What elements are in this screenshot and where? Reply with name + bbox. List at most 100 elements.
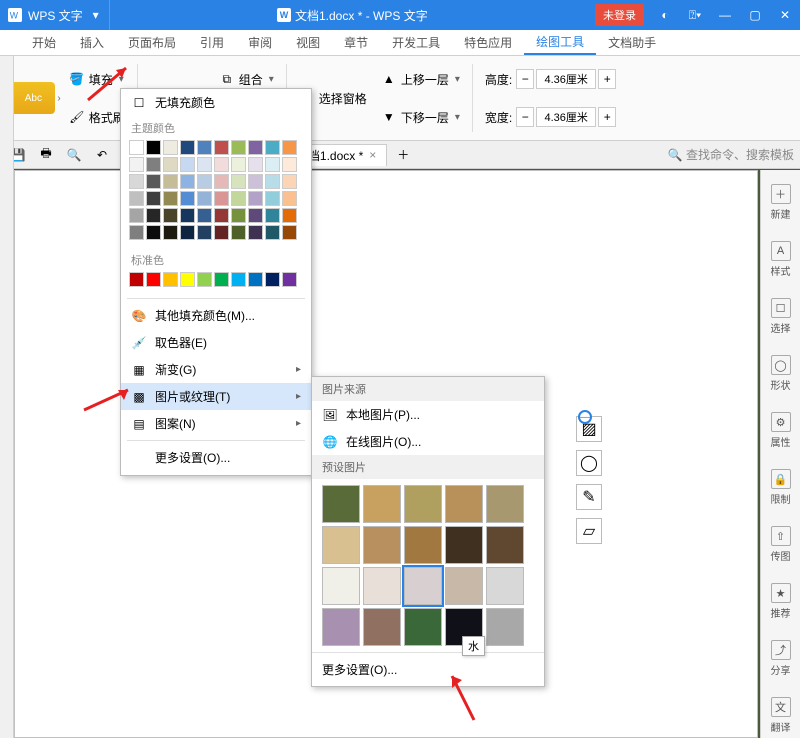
texture-swatch[interactable] xyxy=(322,608,360,646)
color-swatch[interactable] xyxy=(231,225,246,240)
width-dec[interactable]: − xyxy=(516,107,534,127)
maximize-button[interactable]: ▢ xyxy=(740,0,770,30)
qt-outline[interactable]: ◯ xyxy=(576,450,602,476)
color-swatch[interactable] xyxy=(129,225,144,240)
menu-picture-texture[interactable]: ▩图片或纹理(T)▸ xyxy=(121,383,311,410)
color-swatch[interactable] xyxy=(129,174,144,189)
color-swatch[interactable] xyxy=(180,174,195,189)
menu-gradient[interactable]: ▦渐变(G)▸ xyxy=(121,356,311,383)
color-swatch[interactable] xyxy=(231,208,246,223)
color-swatch[interactable] xyxy=(146,157,161,172)
width-inc[interactable]: + xyxy=(598,107,616,127)
texture-swatch[interactable] xyxy=(486,526,524,564)
close-button[interactable]: ✕ xyxy=(770,0,800,30)
qat-undo[interactable]: ↶ xyxy=(90,145,114,165)
tab-special[interactable]: 特色应用 xyxy=(452,30,524,55)
tab-dev[interactable]: 开发工具 xyxy=(380,30,452,55)
color-swatch[interactable] xyxy=(231,157,246,172)
color-swatch[interactable] xyxy=(282,272,297,287)
color-swatch[interactable] xyxy=(146,174,161,189)
height-inc[interactable]: + xyxy=(598,69,616,89)
color-swatch[interactable] xyxy=(265,225,280,240)
color-swatch[interactable] xyxy=(180,191,195,206)
sp-limit[interactable]: 🔒限制 xyxy=(771,469,791,506)
sp-upload[interactable]: ⇧传图 xyxy=(771,526,791,563)
tab-start[interactable]: 开始 xyxy=(20,30,68,55)
texture-swatch[interactable] xyxy=(404,485,442,523)
sp-props[interactable]: ⚙属性 xyxy=(771,412,791,449)
height-input[interactable] xyxy=(536,69,596,89)
color-swatch[interactable] xyxy=(197,157,212,172)
color-swatch[interactable] xyxy=(265,140,280,155)
color-swatch[interactable] xyxy=(248,272,263,287)
bring-forward-button[interactable]: ▲上移一层▾ xyxy=(375,69,466,90)
skin-button[interactable]: ◐ xyxy=(650,0,680,30)
fill-button[interactable]: 🪣填充▾ xyxy=(63,69,131,90)
color-swatch[interactable] xyxy=(282,225,297,240)
login-badge[interactable]: 未登录 xyxy=(595,4,644,26)
color-swatch[interactable] xyxy=(231,191,246,206)
delete-handle-icon[interactable]: — xyxy=(578,410,592,424)
texture-swatch[interactable] xyxy=(445,567,483,605)
texture-swatch[interactable] xyxy=(486,485,524,523)
color-swatch[interactable] xyxy=(214,191,229,206)
command-search[interactable]: 🔍 查找命令、搜索模板 xyxy=(668,146,794,163)
color-swatch[interactable] xyxy=(265,174,280,189)
color-swatch[interactable] xyxy=(129,272,144,287)
color-swatch[interactable] xyxy=(180,140,195,155)
color-swatch[interactable] xyxy=(282,174,297,189)
minimize-button[interactable]: — xyxy=(710,0,740,30)
color-swatch[interactable] xyxy=(146,208,161,223)
texture-swatch[interactable] xyxy=(322,485,360,523)
texture-swatch[interactable] xyxy=(363,567,401,605)
color-swatch[interactable] xyxy=(146,225,161,240)
color-swatch[interactable] xyxy=(214,225,229,240)
sp-style[interactable]: A样式 xyxy=(771,241,791,278)
sp-select[interactable]: ☐选择 xyxy=(771,298,791,335)
height-dec[interactable]: − xyxy=(516,69,534,89)
texture-swatch[interactable] xyxy=(404,608,442,646)
tab-view[interactable]: 视图 xyxy=(284,30,332,55)
tab-layout[interactable]: 页面布局 xyxy=(116,30,188,55)
color-swatch[interactable] xyxy=(129,208,144,223)
qat-preview[interactable]: 🔍 xyxy=(62,145,86,165)
shape-style-preview[interactable]: Abc xyxy=(11,82,55,114)
color-swatch[interactable] xyxy=(248,140,263,155)
color-swatch[interactable] xyxy=(265,272,280,287)
color-swatch[interactable] xyxy=(163,157,178,172)
new-tab-button[interactable]: ＋ xyxy=(391,145,415,165)
qt-effects[interactable]: ✎ xyxy=(576,484,602,510)
sp-translate[interactable]: 文翻译 xyxy=(771,697,791,734)
texture-swatch[interactable] xyxy=(486,567,524,605)
texture-swatch[interactable] xyxy=(445,526,483,564)
local-image-item[interactable]: 🖼本地图片(P)... xyxy=(312,401,544,428)
color-swatch[interactable] xyxy=(248,208,263,223)
gallery-next[interactable]: › xyxy=(57,93,60,104)
color-swatch[interactable] xyxy=(180,208,195,223)
color-swatch[interactable] xyxy=(282,140,297,155)
color-swatch[interactable] xyxy=(282,191,297,206)
submenu-more-settings[interactable]: 更多设置(O)... xyxy=(312,652,544,686)
qt-text[interactable]: ▱ xyxy=(576,518,602,544)
help-button[interactable]: ⍰▾ xyxy=(680,0,710,30)
texture-swatch[interactable] xyxy=(363,526,401,564)
tab-insert[interactable]: 插入 xyxy=(68,30,116,55)
color-swatch[interactable] xyxy=(163,174,178,189)
color-swatch[interactable] xyxy=(282,157,297,172)
color-swatch[interactable] xyxy=(197,225,212,240)
menu-no-fill[interactable]: ☐无填充颜色 xyxy=(121,89,311,116)
color-swatch[interactable] xyxy=(248,225,263,240)
combine-button[interactable]: ⧉组合▾ xyxy=(213,69,280,90)
sp-share[interactable]: ⤴分享 xyxy=(771,640,791,677)
width-input[interactable] xyxy=(536,107,596,127)
menu-eyedropper[interactable]: 💉取色器(E) xyxy=(121,329,311,356)
texture-swatch[interactable] xyxy=(322,526,360,564)
color-swatch[interactable] xyxy=(129,140,144,155)
color-swatch[interactable] xyxy=(231,174,246,189)
color-swatch[interactable] xyxy=(214,140,229,155)
color-swatch[interactable] xyxy=(265,208,280,223)
texture-swatch[interactable] xyxy=(322,567,360,605)
color-swatch[interactable] xyxy=(214,208,229,223)
send-backward-button[interactable]: ▼下移一层▾ xyxy=(375,107,466,128)
texture-swatch[interactable] xyxy=(363,608,401,646)
